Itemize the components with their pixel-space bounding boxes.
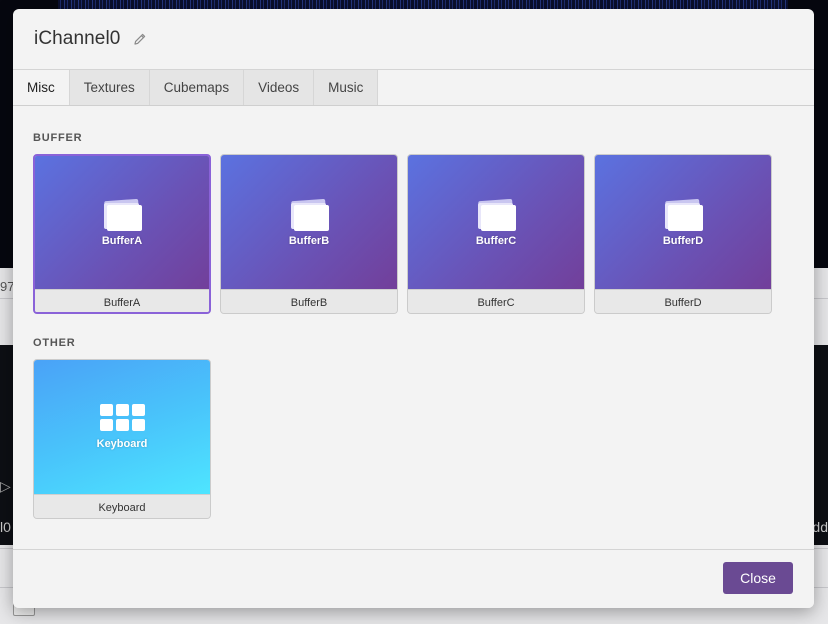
background-play-icon: ▷ [0,478,11,494]
pencil-icon[interactable] [132,31,148,47]
buffer-cards: BufferA BufferA BufferB BufferB BufferC … [33,154,794,314]
background-text: dd [812,519,828,535]
buffer-thumbnail: BufferD [595,155,771,289]
keyboard-card[interactable]: Keyboard Keyboard [33,359,211,519]
buffer-card-d[interactable]: BufferD BufferD [594,154,772,314]
keyboard-grid-icon [99,404,145,431]
card-name: BufferB [221,289,397,313]
card-name: Keyboard [34,494,210,518]
stacked-pages-icon [665,198,703,231]
section-label-other: OTHER [33,337,76,349]
thumbnail-label: BufferB [288,234,330,247]
card-name: BufferA [35,289,209,312]
dialog-header: iChannel0 [13,9,814,70]
buffer-card-b[interactable]: BufferB BufferB [220,154,398,314]
tab-videos[interactable]: Videos [244,70,315,105]
thumbnail-label: BufferC [475,234,517,247]
stacked-pages-icon [291,198,329,231]
thumbnail-label: BufferA [101,235,143,247]
stacked-pages-icon [478,198,516,231]
tab-misc[interactable]: Misc [13,70,70,105]
buffer-card-c[interactable]: BufferC BufferC [407,154,585,314]
dialog-content: BUFFER BufferA BufferA BufferB BufferB B… [13,132,814,519]
tab-cubemaps[interactable]: Cubemaps [149,70,245,105]
buffer-card-a[interactable]: BufferA BufferA [33,154,211,314]
close-button[interactable]: Close [723,562,793,594]
thumbnail-label: Keyboard [96,438,148,450]
dialog-title: iChannel0 [34,28,121,49]
other-cards: Keyboard Keyboard [33,359,794,519]
buffer-thumbnail: BufferC [408,155,584,289]
buffer-thumbnail: BufferB [221,155,397,289]
tab-music[interactable]: Music [314,70,379,105]
thumbnail-label: BufferD [662,234,704,247]
keyboard-thumbnail: Keyboard [34,360,210,494]
card-name: BufferD [595,289,771,313]
channel-input-dialog: iChannel0 Misc Textures Cubemaps Videos … [13,9,814,608]
background-text: l0 [0,519,11,535]
tab-bar: Misc Textures Cubemaps Videos Music [13,70,814,106]
buffer-thumbnail: BufferA [35,156,209,289]
dialog-footer: Close [13,549,814,608]
stacked-pages-icon [104,198,142,231]
card-name: BufferC [408,289,584,313]
section-label-buffer: BUFFER [33,132,83,144]
tab-textures[interactable]: Textures [69,70,150,105]
